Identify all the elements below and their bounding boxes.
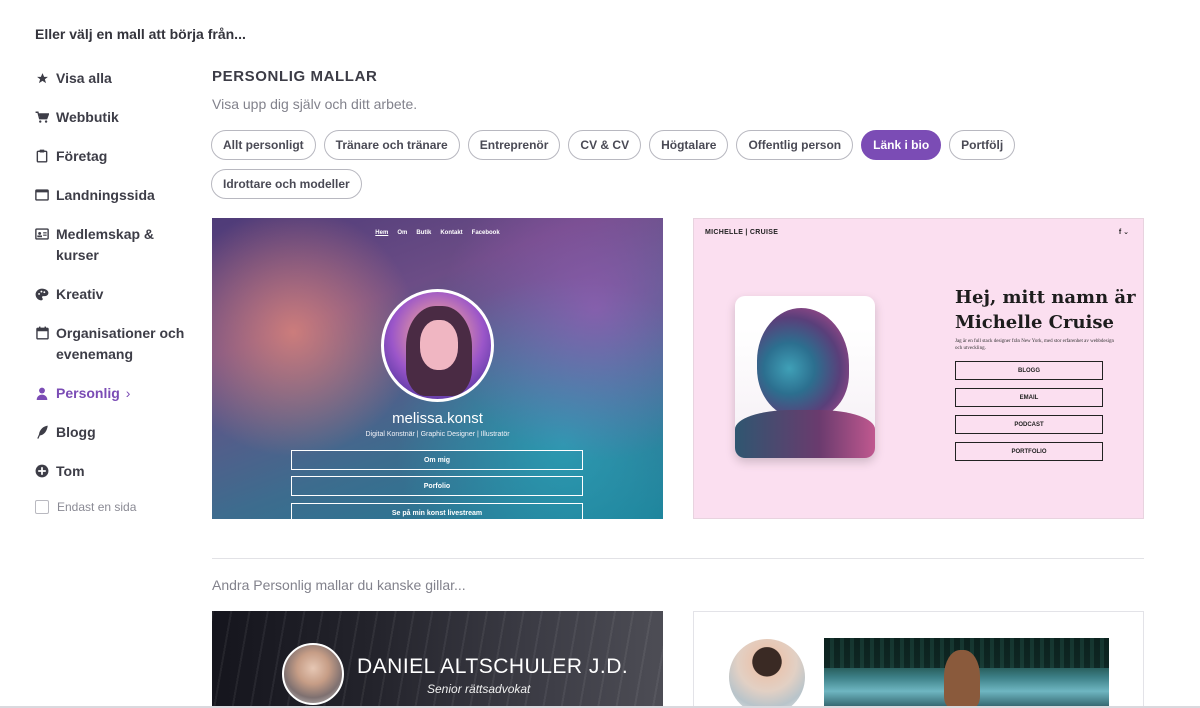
- chip-entreprenor[interactable]: Entreprenör: [467, 130, 561, 160]
- template-link-button: PORTFOLIO: [955, 442, 1103, 461]
- sidebar-item-blogg[interactable]: Blogg: [35, 422, 200, 443]
- template-card-lake[interactable]: [693, 611, 1144, 708]
- person-icon: [35, 386, 49, 400]
- sidebar-item-label: Personlig: [56, 385, 120, 401]
- single-page-label: Endast en sida: [57, 500, 137, 514]
- sidebar-item-label: Webbutik: [56, 109, 119, 125]
- template-role: Digital Konstnär | Graphic Designer | Il…: [365, 431, 510, 438]
- sidebar-item-label: Kreativ: [56, 286, 104, 302]
- facebook-icon: f ⌄: [1118, 229, 1129, 236]
- sidebar-item-label: Organisationer och evenemang: [56, 325, 185, 362]
- template-card-daniel[interactable]: DANIEL ALTSCHULER J.D. Senior rättsadvok…: [212, 611, 663, 708]
- template-card-melissa[interactable]: Hem Om Butik Kontakt Facebook melissa.ko…: [212, 218, 663, 519]
- chip-cv[interactable]: CV & CV: [568, 130, 642, 160]
- template-heading: Hej, mitt namn är Michelle Cruise: [955, 285, 1136, 335]
- template-heading-line: Hej, mitt namn är: [955, 287, 1136, 308]
- sidebar-item-label: Landningssida: [56, 187, 155, 203]
- avatar: [729, 639, 805, 708]
- template-name: DANIEL ALTSCHULER J.D.: [357, 655, 629, 678]
- sidebar-item-personlig[interactable]: Personlig ›: [35, 383, 200, 404]
- chip-portfolj[interactable]: Portfölj: [949, 130, 1016, 160]
- single-page-filter[interactable]: Endast en sida: [35, 500, 200, 514]
- sidebar-item-label: Visa alla: [56, 70, 112, 86]
- sidebar-item-label: Medlemskap & kurser: [56, 226, 155, 263]
- chip-offentlig-person[interactable]: Offentlig person: [736, 130, 854, 160]
- template-brand: MICHELLE | CRUISE: [705, 229, 779, 236]
- portrait-photo: [735, 296, 875, 458]
- chip-tranare[interactable]: Tränare och tränare: [323, 130, 460, 160]
- category-sidebar: Visa alla Webbutik Företag Landningssida…: [35, 68, 200, 514]
- avatar: [381, 289, 494, 402]
- chevron-right-icon: ›: [125, 385, 131, 401]
- section-title: PERSONLIG MALLAR: [212, 68, 378, 85]
- template-heading-line: Michelle Cruise: [955, 312, 1114, 333]
- page-heading: Eller välj en mall att börja från...: [35, 26, 246, 42]
- filter-chips: Allt personligt Tränare och tränare Entr…: [211, 130, 1091, 199]
- sidebar-item-label: Tom: [56, 463, 85, 479]
- template-link-button: EMAIL: [955, 388, 1103, 407]
- star-icon: [35, 71, 49, 85]
- quill-icon: [35, 425, 49, 439]
- palette-icon: [35, 287, 49, 301]
- sidebar-item-label: Företag: [56, 148, 108, 164]
- sidebar-item-label: Blogg: [56, 424, 96, 440]
- sidebar-item-kreativ[interactable]: Kreativ: [35, 284, 200, 305]
- template-nav: Hem Om Butik Kontakt Facebook: [212, 230, 663, 236]
- template-nav-item: Facebook: [471, 230, 500, 236]
- lake-photo: [824, 638, 1109, 708]
- more-templates-title: Andra Personlig mallar du kanske gillar.…: [212, 577, 466, 593]
- sidebar-item-organisationer[interactable]: Organisationer och evenemang: [35, 323, 200, 365]
- template-name: melissa.konst: [392, 410, 483, 427]
- section-subtitle: Visa upp dig själv och ditt arbete.: [212, 96, 418, 112]
- id-card-icon: [35, 227, 49, 241]
- sidebar-item-foretag[interactable]: Företag: [35, 146, 200, 167]
- template-bio: Jag är en full stack designer från New Y…: [955, 339, 1114, 351]
- sidebar-item-tom[interactable]: Tom: [35, 461, 200, 482]
- template-link-button: PODCAST: [955, 415, 1103, 434]
- template-link-button: BLOGG: [955, 361, 1103, 380]
- template-nav-item: Hem: [375, 230, 389, 236]
- sidebar-item-landningssida[interactable]: Landningssida: [35, 185, 200, 206]
- clipboard-icon: [35, 149, 49, 163]
- chip-hogtalare[interactable]: Högtalare: [649, 130, 729, 160]
- cart-icon: [35, 110, 49, 124]
- template-nav-item: Butik: [416, 230, 432, 236]
- sidebar-item-webbutik[interactable]: Webbutik: [35, 107, 200, 128]
- plus-circle-icon: [35, 464, 49, 478]
- template-nav-item: Om: [397, 230, 408, 236]
- avatar: [282, 643, 344, 705]
- divider: [212, 558, 1144, 559]
- template-link-button: Porfolio: [291, 476, 583, 496]
- browser-window-icon: [35, 188, 49, 202]
- template-nav-item: Kontakt: [440, 230, 463, 236]
- template-link-button: Om mig: [291, 450, 583, 470]
- calendar-icon: [35, 326, 49, 340]
- single-page-checkbox[interactable]: [35, 500, 49, 514]
- template-role: Senior rättsadvokat: [427, 682, 531, 696]
- sidebar-item-medlemskap[interactable]: Medlemskap & kurser: [35, 224, 200, 266]
- template-link-button: Se på min konst livestream: [291, 503, 583, 519]
- sidebar-item-visa-alla[interactable]: Visa alla: [35, 68, 200, 89]
- template-card-michelle[interactable]: MICHELLE | CRUISE f ⌄ Hej, mitt namn är …: [693, 218, 1144, 519]
- chip-allt-personligt[interactable]: Allt personligt: [211, 130, 316, 160]
- chip-lank-i-bio[interactable]: Länk i bio: [861, 130, 942, 160]
- chip-idrottare[interactable]: Idrottare och modeller: [211, 169, 362, 199]
